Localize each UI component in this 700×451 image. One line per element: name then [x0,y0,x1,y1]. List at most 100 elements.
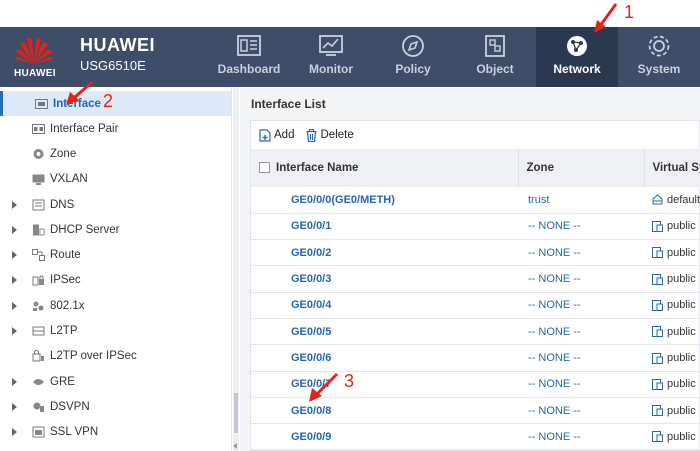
nav-network-label: Network [553,62,601,76]
sidebar-item-gre[interactable]: GRE [0,369,231,394]
table-row[interactable]: GE0/0/6 -- NONE -- public [251,345,700,372]
table-row[interactable]: GE0/0/5 -- NONE -- public [251,318,700,345]
expand-caret-icon[interactable] [12,402,17,411]
sidebar-item-zone[interactable]: Zone [0,141,231,166]
interface-name-link[interactable]: GE0/0/0(GE0/METH) [251,187,518,213]
object-icon [485,35,505,57]
interface-name-link[interactable]: GE0/0/6 [251,345,518,371]
scroll-left-arrow-icon[interactable] [233,443,237,449]
nav-system-label: System [637,62,681,76]
nav-dashboard[interactable]: Dashboard [208,27,290,87]
add-button[interactable]: Add [259,128,294,142]
top-navigation-bar: HUAWEI HUAWEI USG6510E Dashboard Monitor… [0,27,700,87]
sidebar-item-802-1x[interactable]: 802.1x [0,293,231,318]
public-vsys-icon [652,247,663,259]
virtual-system-cell: public [644,240,700,266]
select-all-checkbox[interactable] [259,162,270,174]
expand-caret-icon[interactable] [12,225,17,234]
ipsec-icon [31,274,45,286]
scrollbar-thumb[interactable] [234,393,238,433]
zone-cell[interactable]: -- NONE -- [518,266,644,292]
dns-icon [31,199,45,211]
sidebar-scrollbar[interactable] [233,88,239,451]
interface-name-link[interactable]: GE0/0/1 [251,213,518,239]
table-header-row: Interface Name Zone Virtual Sys [251,149,700,187]
nav-system[interactable]: System [618,27,700,87]
zone-cell[interactable]: -- NONE -- [518,424,644,450]
expand-caret-icon[interactable] [12,301,17,310]
zone-cell[interactable]: -- NONE -- [518,213,644,239]
column-header-virtual-system[interactable]: Virtual Sys [644,149,700,187]
sidebar-item-route[interactable]: Route [0,242,231,267]
sidebar-item-label: Zone [50,147,77,160]
interface-name-link[interactable]: GE0/0/2 [251,240,518,266]
sidebar-item-ssl-vpn[interactable]: SSL VPN [0,420,231,445]
virtual-system-label: public [667,220,696,233]
interface-name-link[interactable]: GE0/0/9 [251,424,518,450]
monitor-icon [319,35,343,56]
public-vsys-icon [652,273,663,285]
nav-object-label: Object [476,62,514,76]
nav-monitor[interactable]: Monitor [290,27,372,87]
zone-cell[interactable]: -- NONE -- [518,240,644,266]
table-row[interactable]: GE0/0/2 -- NONE -- public [251,240,700,266]
delete-button[interactable]: Delete [306,128,354,142]
virtual-system-cell: public [644,266,700,292]
table-row[interactable]: GE0/0/8 -- NONE -- public [251,397,700,424]
dot1x-icon [31,300,45,312]
expand-caret-icon[interactable] [12,276,17,285]
l2tp-icon [31,325,45,337]
interface-name-link[interactable]: GE0/0/3 [251,266,518,292]
zone-cell[interactable]: -- NONE -- [518,397,644,423]
sidebar-item-label: DHCP Server [50,223,120,236]
zone-cell[interactable]: -- NONE -- [518,318,644,344]
sidebar-item-dsvpn[interactable]: DSVPN [0,394,231,419]
nav-policy[interactable]: Policy [372,27,454,87]
interface-name-link[interactable]: GE0/0/4 [251,292,518,318]
expand-caret-icon[interactable] [12,327,17,336]
sidebar-item-label: IPSec [50,274,81,287]
expand-caret-icon[interactable] [12,200,17,209]
sidebar-item-interface[interactable]: Interface [0,91,231,116]
sidebar-item-dns[interactable]: DNS [0,192,231,217]
virtual-system-label: public [667,246,696,259]
sidebar-item-l2tp[interactable]: L2TP [0,318,231,343]
zone-cell[interactable]: -- NONE -- [518,371,644,397]
table-row[interactable]: GE0/0/7 -- NONE -- public [251,371,700,398]
table-row[interactable]: GE0/0/1 -- NONE -- public [251,213,700,240]
table-row[interactable]: GE0/0/3 -- NONE -- public [251,266,700,293]
zone-cell[interactable]: -- NONE -- [518,345,644,371]
virtual-system-cell: public [644,345,700,371]
sidebar-item-dhcp-server[interactable]: DHCP Server [0,217,231,242]
policy-icon [402,35,424,57]
expand-caret-icon[interactable] [12,251,17,260]
column-header-zone[interactable]: Zone [518,149,645,187]
table-row[interactable]: GE0/0/9 -- NONE -- public [251,424,700,450]
sidebar-item-ipsec[interactable]: IPSec [0,268,231,293]
interface-name-link[interactable]: GE0/0/8 [251,397,518,423]
interface-name-link[interactable]: GE0/0/7 [251,371,518,397]
sidebar-item-vxlan[interactable]: VXLAN [0,167,231,192]
huawei-logo-icon [15,37,53,64]
virtual-system-label: public [667,378,696,391]
interface-list-panel: Add Delete Interface Name Zone Virtual S… [250,120,700,451]
public-vsys-icon [652,405,663,417]
zone-cell[interactable]: trust [518,187,644,213]
nav-object[interactable]: Object [454,27,536,87]
virtual-system-label: public [667,404,696,417]
trash-icon [306,128,317,142]
table-row[interactable]: GE0/0/0(GE0/METH) trust default [251,187,700,214]
sidebar-item-l2tp-over-ipsec[interactable]: L2TP over IPSec [0,344,231,369]
interface-name-link[interactable]: GE0/0/5 [251,318,518,344]
virtual-system-label: public [667,430,696,443]
zone-cell[interactable]: -- NONE -- [518,292,644,318]
page-title: Interface List [251,97,326,111]
column-header-interface-name[interactable]: Interface Name [251,149,519,187]
logo-wordmark: HUAWEI [14,68,56,79]
expand-caret-icon[interactable] [12,377,17,386]
table-row[interactable]: GE0/0/4 -- NONE -- public [251,292,700,319]
expand-caret-icon[interactable] [12,428,17,437]
nav-network[interactable]: Network [536,27,618,87]
public-vsys-icon [652,431,663,443]
sidebar-item-interface-pair[interactable]: Interface Pair [0,116,231,141]
